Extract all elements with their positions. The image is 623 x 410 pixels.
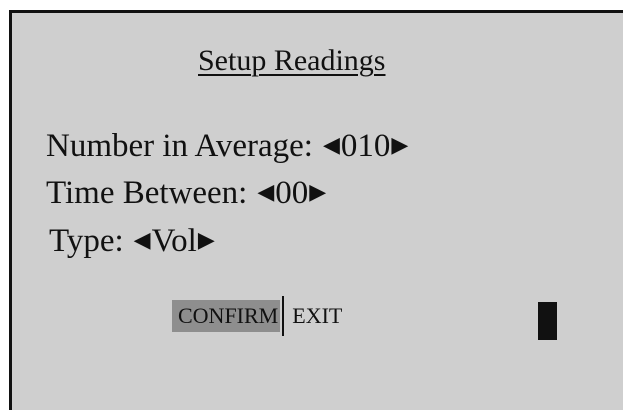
field-label: Type: — [49, 223, 124, 259]
lcd-screen: Setup Readings Number in Average: ◀ 010 … — [9, 10, 623, 410]
right-triangle-icon[interactable]: ▶ — [309, 174, 326, 212]
left-triangle-icon[interactable]: ◀ — [134, 222, 151, 260]
field-label: Time Between: — [46, 175, 248, 211]
right-triangle-icon[interactable]: ▶ — [198, 222, 215, 260]
softkey-divider — [282, 296, 285, 336]
left-triangle-icon[interactable]: ◀ — [257, 174, 274, 212]
field-type: Type: ◀ Vol ▶ — [49, 222, 215, 260]
page-title: Setup Readings — [198, 44, 386, 77]
field-value[interactable]: 00 — [275, 174, 308, 212]
softkey-bar: CONFIRM EXIT — [172, 296, 344, 336]
field-value[interactable]: Vol — [152, 222, 197, 260]
field-label: Number in Average: — [46, 128, 313, 164]
right-triangle-icon[interactable]: ▶ — [391, 127, 408, 165]
cursor-block-icon — [538, 302, 557, 340]
field-time-between: Time Between: ◀ 00 ▶ — [46, 174, 326, 212]
left-triangle-icon[interactable]: ◀ — [323, 127, 340, 165]
confirm-button[interactable]: CONFIRM — [172, 300, 281, 332]
field-number-in-average: Number in Average: ◀ 010 ▶ — [46, 127, 408, 165]
exit-button[interactable]: EXIT — [290, 300, 344, 332]
field-value[interactable]: 010 — [341, 127, 391, 165]
